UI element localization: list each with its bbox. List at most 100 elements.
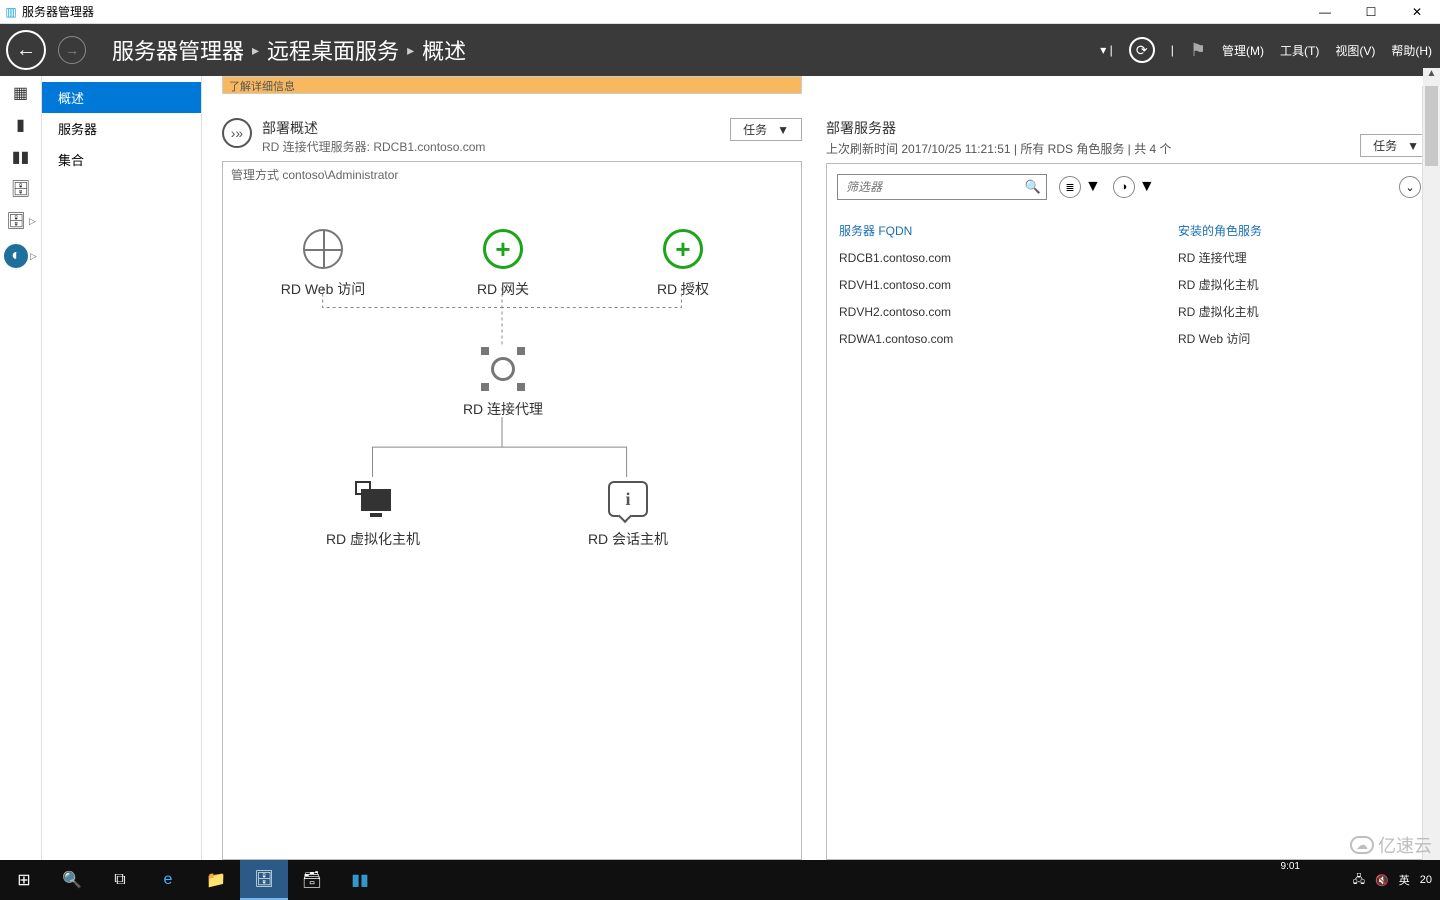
deploy-overview-title: 部署概述 (262, 118, 485, 138)
table-row[interactable]: RDVH1.contoso.comRD 虚拟化主机 (829, 272, 1429, 297)
refresh-button[interactable]: ⟳ (1121, 33, 1163, 67)
chevron-right-icon[interactable]: ▷ (30, 251, 37, 262)
tray-clock-cut[interactable]: 20 (1420, 874, 1432, 886)
node-label: RD 授权 (657, 279, 709, 299)
nav-item-overview[interactable]: 概述 (42, 82, 201, 113)
search-icon[interactable]: 🔍 (1020, 179, 1046, 195)
close-button[interactable]: ✕ (1394, 0, 1440, 24)
forward-button[interactable]: → (58, 36, 86, 64)
expand-button[interactable]: ⌄ (1399, 176, 1421, 198)
start-button[interactable]: ⊞ (0, 860, 48, 900)
node-rd-web-access[interactable]: RD Web 访问 (253, 227, 393, 299)
rail-local-server-icon[interactable]: ▮ (10, 116, 32, 134)
node-label: RD 网关 (477, 279, 529, 299)
rail-hyperv-icon[interactable]: 🗄 (5, 212, 27, 230)
menu-tools[interactable]: 工具(T) (1272, 38, 1327, 63)
search-button[interactable]: 🔍 (48, 860, 96, 900)
nav-item-servers[interactable]: 服务器 (42, 113, 201, 144)
tray-clock: 9:01 (1281, 861, 1300, 872)
servers-table: 服务器 FQDN 安装的角色服务 RDCB1.contoso.comRD 连接代… (827, 216, 1431, 353)
table-row[interactable]: RDCB1.contoso.comRD 连接代理 (829, 245, 1429, 270)
breadcrumb-root[interactable]: 服务器管理器 (112, 34, 244, 66)
window-title: 服务器管理器 (22, 3, 94, 20)
header-ribbon: ← → 服务器管理器 ▸ 远程桌面服务 ▸ 概述 ▾ | ⟳ | ⚑ 管理(M)… (0, 24, 1440, 76)
taskbar-ie[interactable]: e (144, 860, 192, 900)
taskbar-server-manager[interactable]: 🗄 (240, 860, 288, 900)
node-label: RD 虚拟化主机 (326, 529, 420, 549)
chevron-down-icon: ▼ (1407, 139, 1419, 153)
save-query-dropdown[interactable]: ◑▼ (1113, 176, 1155, 198)
broker-icon (483, 349, 523, 389)
deploy-servers-header: 部署服务器 上次刷新时间 2017/10/25 11:21:51 | 所有 RD… (826, 118, 1432, 157)
app-icon: ▥ (4, 5, 18, 19)
chevron-down-icon: ▼ (1085, 178, 1101, 196)
node-rd-licensing[interactable]: + RD 授权 (613, 227, 753, 299)
node-label: RD Web 访问 (281, 279, 366, 299)
window-titlebar: ▥ 服务器管理器 — ☐ ✕ (0, 0, 1440, 24)
taskbar-explorer[interactable]: 📁 (192, 860, 240, 900)
scroll-up-arrow[interactable]: ▲ (1423, 68, 1440, 86)
table-row[interactable]: RDWA1.contoso.comRD Web 访问 (829, 326, 1429, 351)
task-view-button[interactable]: ⧉ (96, 860, 144, 900)
node-rd-session-host[interactable]: i RD 会话主机 (558, 477, 698, 549)
managed-by: 管理方式 contoso\Administrator (223, 162, 801, 187)
tasks-dropdown[interactable]: 任务▼ (730, 118, 802, 141)
tray-volume-icon[interactable]: 🔇 (1375, 874, 1389, 887)
tag-icon: ◑ (1113, 176, 1135, 198)
maximize-button[interactable]: ☐ (1348, 0, 1394, 24)
nav-item-collections[interactable]: 集合 (42, 144, 201, 175)
breadcrumb: 服务器管理器 ▸ 远程桌面服务 ▸ 概述 (112, 34, 466, 66)
header-dropdown[interactable]: ▾ | (1092, 39, 1120, 61)
chevron-right-icon: ▸ (407, 42, 414, 59)
node-rd-gateway[interactable]: + RD 网关 (433, 227, 573, 299)
breadcrumb-page[interactable]: 概述 (422, 34, 466, 66)
filter-input-wrap: 🔍 (837, 174, 1047, 200)
rail-dashboard-icon[interactable]: ▦ (10, 84, 32, 102)
col-fqdn[interactable]: 服务器 FQDN (829, 218, 1166, 243)
rail-file-services-icon[interactable]: 🗄 (10, 180, 32, 198)
refresh-icon: ⟳ (1129, 37, 1155, 63)
rail-rds-icon[interactable]: ◐ (4, 244, 28, 268)
scroll-thumb[interactable] (1425, 86, 1438, 166)
filter-input[interactable] (838, 180, 1020, 194)
node-rd-connection-broker[interactable]: RD 连接代理 (433, 347, 573, 419)
node-rd-virtualization-host[interactable]: RD 虚拟化主机 (303, 477, 443, 549)
taskbar-app-2[interactable]: ▮▮ (336, 860, 384, 900)
breadcrumb-section[interactable]: 远程桌面服务 (267, 34, 399, 66)
taskbar: ⊞ 🔍 ⧉ e 📁 🗄 🗃 ▮▮ 🖧 🔇 英 20 9:01 (0, 860, 1440, 900)
deploy-overview-header: ›» 部署概述 RD 连接代理服务器: RDCB1.contoso.com 任务… (222, 118, 802, 155)
banner-text: 了解详细信息 (229, 81, 295, 93)
table-row[interactable]: RDVH2.contoso.comRD 虚拟化主机 (829, 299, 1429, 324)
deploy-servers-title: 部署服务器 (826, 118, 1171, 138)
taskbar-app-1[interactable]: 🗃 (288, 860, 336, 900)
rail-all-servers-icon[interactable]: ▮▮ (10, 148, 32, 166)
group-by-dropdown[interactable]: ≣▼ (1059, 176, 1101, 198)
info-banner[interactable]: 了解详细信息 (222, 76, 802, 94)
chevron-down-icon: ▼ (1139, 178, 1155, 196)
menu-view[interactable]: 视图(V) (1327, 38, 1383, 63)
menu-manage[interactable]: 管理(M) (1214, 38, 1272, 63)
vertical-scrollbar[interactable]: ▲ ▼ (1422, 86, 1440, 860)
globe-icon (303, 229, 343, 269)
chevron-right-icon: ▸ (252, 42, 259, 59)
system-tray: 🖧 🔇 英 20 9:01 (1353, 871, 1440, 890)
deployment-diagram: RD Web 访问 + RD 网关 + RD 授权 RD 连接代理 (223, 187, 801, 747)
minimize-button[interactable]: — (1302, 0, 1348, 24)
icon-rail: ▦ ▮ ▮▮ 🗄 🗄▷ ◐▷ (0, 76, 42, 860)
deploy-servers-panel: 🔍 ≣▼ ◑▼ ⌄ 服务器 FQDN 安装的角色服务 RDCB1.contoso… (826, 163, 1432, 860)
back-button[interactable]: ← (6, 30, 46, 70)
tray-ime[interactable]: 英 (1399, 872, 1410, 888)
cloud-icon: ☁ (1350, 836, 1374, 854)
col-role[interactable]: 安装的角色服务 (1168, 218, 1429, 243)
add-icon: + (483, 229, 523, 269)
header-divider: | (1163, 39, 1182, 61)
flag-icon: ⚑ (1190, 40, 1206, 61)
watermark: ☁ 亿速云 (1350, 832, 1432, 858)
monitor-icon (351, 479, 395, 519)
chevron-right-icon[interactable]: ▷ (29, 216, 36, 227)
tray-network-icon[interactable]: 🖧 (1353, 871, 1365, 890)
chevron-down-icon: ▼ (777, 123, 789, 137)
notifications-flag[interactable]: ⚑ (1182, 36, 1214, 65)
menu-help[interactable]: 帮助(H) (1383, 38, 1440, 63)
node-label: RD 连接代理 (463, 399, 543, 419)
